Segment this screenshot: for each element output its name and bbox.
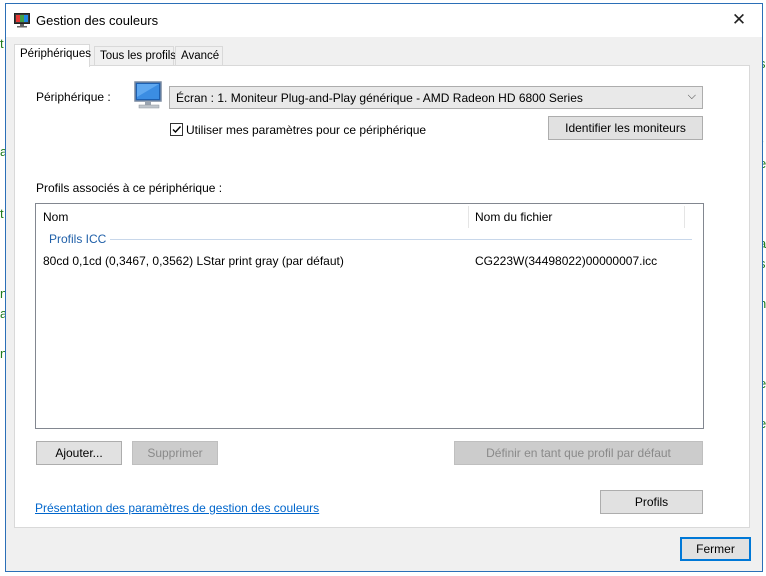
chevron-down-icon: ⌵ — [687, 90, 696, 102]
profile-name: 80cd 0,1cd (0,3467, 0,3562) LStar print … — [43, 254, 344, 268]
tab-avance[interactable]: Avancé — [175, 46, 223, 66]
close-button[interactable]: Fermer — [680, 537, 751, 561]
column-header-filename[interactable]: Nom du fichier — [475, 210, 552, 224]
close-icon: ✕ — [731, 10, 747, 29]
color-settings-overview-link[interactable]: Présentation des paramètres de gestion d… — [35, 501, 319, 515]
background-char: t — [0, 36, 4, 51]
column-header-name[interactable]: Nom — [43, 210, 68, 224]
group-header-line — [110, 239, 692, 240]
tab-peripheriques[interactable]: Périphériques — [14, 44, 91, 67]
group-header-icc-profiles[interactable]: Profils ICC — [49, 232, 106, 246]
device-select-value: Écran : 1. Moniteur Plug-and-Play généri… — [176, 91, 583, 105]
color-management-window: Gestion des couleurs ✕ Périphériques Tou… — [5, 3, 763, 572]
use-my-settings-checkbox[interactable] — [170, 123, 183, 136]
title-bar: Gestion des couleurs ✕ — [6, 4, 762, 37]
profile-filename: CG223W(34498022)00000007.icc — [475, 254, 658, 268]
tab-tous-les-profils[interactable]: Tous les profils — [94, 46, 176, 66]
column-separator[interactable] — [468, 206, 469, 228]
window-title: Gestion des couleurs — [36, 13, 159, 28]
monitor-icon — [133, 80, 165, 112]
set-default-profile-button[interactable]: Définir en tant que profil par défaut — [454, 441, 703, 465]
identify-monitors-button[interactable]: Identifier les moniteurs — [548, 116, 703, 140]
checkmark-icon — [172, 126, 182, 134]
device-label: Périphérique : — [36, 90, 111, 104]
remove-button[interactable]: Supprimer — [132, 441, 218, 465]
add-button[interactable]: Ajouter... — [36, 441, 122, 465]
close-window-button[interactable]: ✕ — [716, 4, 762, 36]
background-char: t — [0, 206, 4, 221]
use-my-settings-label[interactable]: Utiliser mes paramètres pour ce périphér… — [186, 123, 426, 137]
column-separator[interactable] — [684, 206, 685, 228]
profiles-button[interactable]: Profils — [600, 490, 703, 514]
profiles-list[interactable]: Nom Nom du fichier Profils ICC 80cd 0,1c… — [35, 203, 704, 429]
tab-panel-peripheriques: Périphérique : Écran : 1. Moniteur Plug-… — [14, 65, 750, 528]
color-management-icon — [14, 12, 30, 28]
device-select[interactable]: Écran : 1. Moniteur Plug-and-Play généri… — [169, 86, 703, 109]
associated-profiles-label: Profils associés à ce périphérique : — [36, 181, 223, 195]
